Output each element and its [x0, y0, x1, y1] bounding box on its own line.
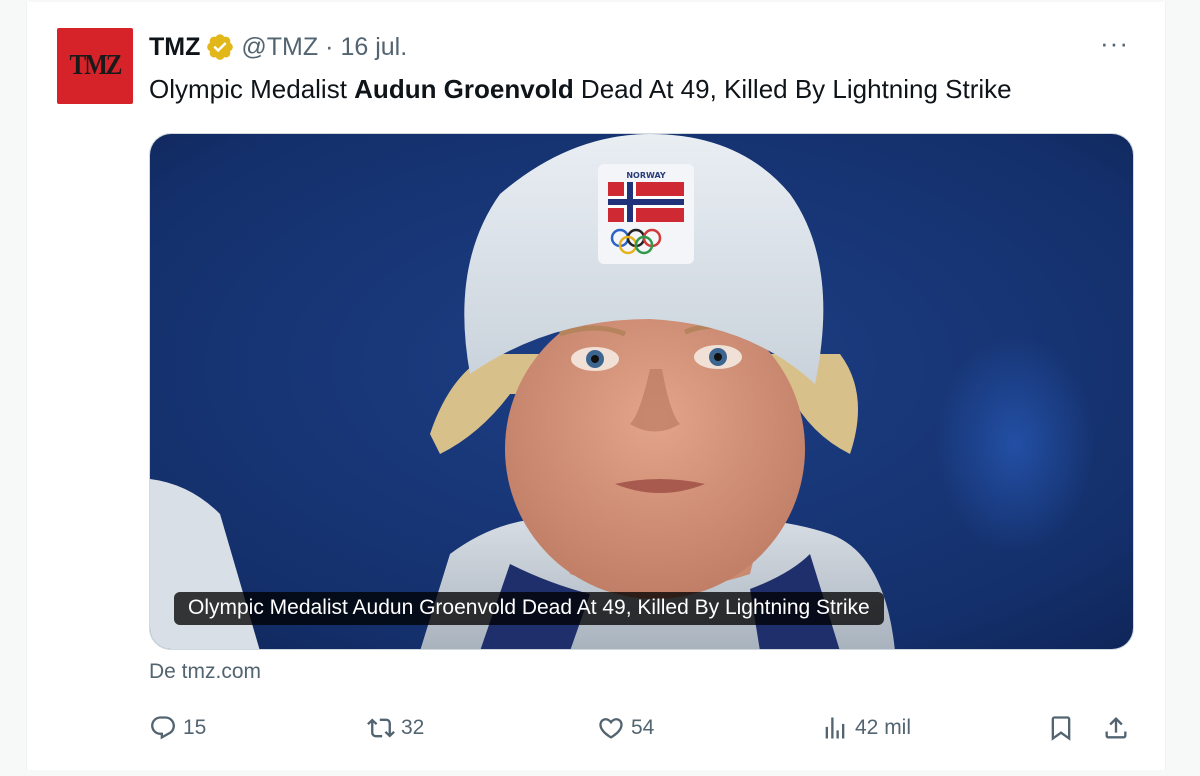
link-card-caption: Olympic Medalist Audun Groenvold Dead At…	[174, 592, 884, 625]
avatar-logo-text: TMZ	[69, 49, 123, 81]
reply-count: 15	[183, 716, 207, 739]
reply-icon	[151, 716, 175, 740]
verified-badge-icon[interactable]	[205, 32, 235, 62]
like-button[interactable]: 54	[597, 714, 654, 742]
tweet-text: Olympic Medalist Audun Groenvold Dead At…	[149, 74, 1012, 105]
tweet-text-bold: Audun Groenvold	[354, 74, 574, 104]
link-card-image[interactable]: NORWAY Olympic Medalist Audun Groenvold …	[149, 133, 1134, 650]
more-options-icon[interactable]: ···	[1100, 28, 1129, 59]
tweet-text-before: Olympic Medalist	[149, 74, 355, 104]
reply-button[interactable]: 15	[149, 714, 206, 742]
like-count: 54	[631, 716, 655, 739]
views-count: 42 mil	[855, 716, 912, 739]
header-separator: ·	[325, 32, 334, 61]
bookmark-button[interactable]	[1047, 714, 1075, 742]
heart-icon	[599, 718, 623, 739]
athlete-photo: NORWAY	[150, 134, 1133, 649]
share-button[interactable]	[1102, 714, 1130, 742]
tweet-card[interactable]: TMZ TMZ @TMZ · 16 jul. ··· Olympic Medal…	[26, 2, 1166, 770]
tweet-date[interactable]: 16 jul.	[340, 33, 407, 62]
tweet-actions: 15 32 54 42 mil	[149, 714, 1139, 754]
retweet-button[interactable]: 32	[367, 714, 424, 742]
retweet-icon	[367, 718, 395, 738]
views-button[interactable]: 42 mil	[821, 714, 911, 742]
share-icon	[1105, 717, 1127, 739]
source-link[interactable]: De tmz.com	[149, 660, 261, 684]
avatar[interactable]: TMZ	[57, 28, 133, 104]
author-handle[interactable]: @TMZ	[241, 33, 318, 62]
analytics-icon	[825, 717, 845, 739]
retweet-count: 32	[401, 716, 425, 739]
author-name[interactable]: TMZ	[149, 33, 200, 62]
bookmark-icon	[1051, 716, 1071, 741]
tweet-text-after: Dead At 49, Killed By Lightning Strike	[573, 74, 1012, 104]
tweet-header: TMZ @TMZ · 16 jul.	[149, 32, 407, 62]
hat-badge-text: NORWAY	[626, 171, 666, 180]
